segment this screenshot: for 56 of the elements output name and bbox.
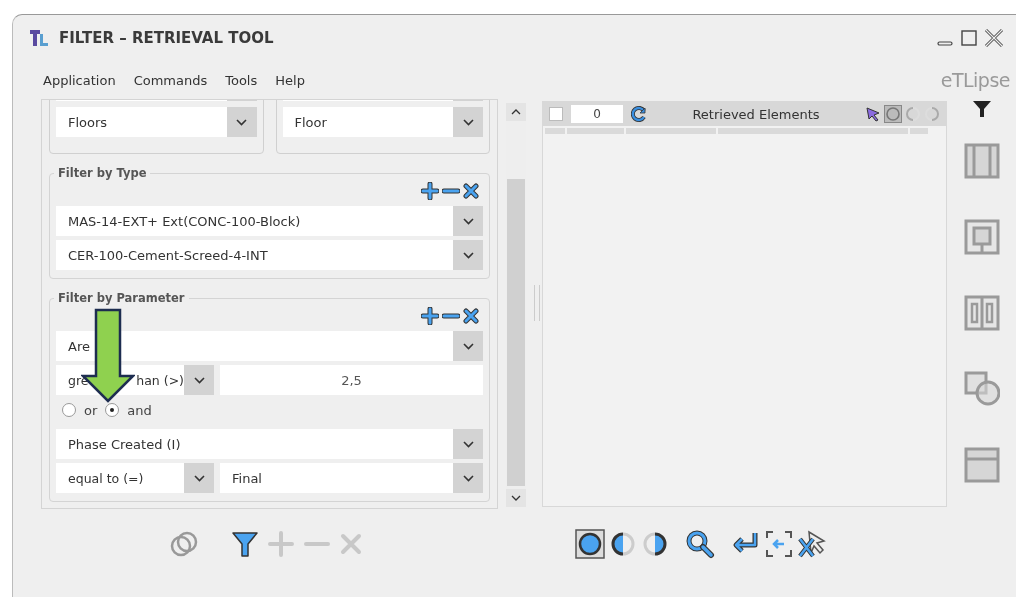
radio-label[interactable]: and <box>127 402 152 418</box>
chevron-down-icon <box>462 440 474 448</box>
chevron-down-icon <box>193 474 205 482</box>
cursor-icon[interactable] <box>865 106 881 122</box>
add-icon[interactable] <box>421 307 439 325</box>
group-title: Filter by Parameter <box>57 291 186 305</box>
half-circle-icon[interactable] <box>609 530 637 558</box>
group-title: Filter by Type <box>57 166 148 180</box>
chevron-down-icon <box>462 251 474 259</box>
dropdown[interactable]: MAS-14-EXT+ Ext(CONC-100-Block) <box>56 206 483 236</box>
chevron-down-icon <box>462 118 474 126</box>
search-icon[interactable] <box>685 529 715 559</box>
brand-logo: eTLipse <box>940 69 1010 91</box>
chevron-down-icon <box>462 217 474 225</box>
maximize-button[interactable] <box>960 29 978 47</box>
circle-icon[interactable] <box>575 529 605 559</box>
dropdown[interactable]: Are <box>56 331 483 361</box>
remove-icon[interactable] <box>442 312 460 320</box>
close-button[interactable] <box>984 28 1004 48</box>
fit-selection-icon[interactable] <box>765 530 793 558</box>
dropdown[interactable]: Final <box>220 463 483 493</box>
clear-icon[interactable] <box>463 308 479 324</box>
count-field[interactable]: 0 <box>571 105 623 123</box>
panel-title: Retrieved Elements <box>691 106 821 122</box>
window-title: FILTER – RETRIEVAL TOOL <box>59 29 274 47</box>
dropdown[interactable]: Floor <box>282 107 483 137</box>
chevron-up-icon[interactable] <box>511 108 521 116</box>
dropdown[interactable]: CER-100-Cement-Screed-4-INT <box>56 240 483 270</box>
deselect-cursor-icon[interactable] <box>797 529 827 559</box>
scrollbar[interactable] <box>506 103 526 507</box>
splitter-handle[interactable] <box>534 285 540 321</box>
dropdown[interactable]: equal to (=) <box>56 463 214 493</box>
checkbox[interactable] <box>549 107 563 121</box>
menu-item[interactable]: Help <box>275 72 305 88</box>
menu-item[interactable]: Application <box>43 72 116 88</box>
chevron-down-icon <box>193 376 205 384</box>
filter-icon[interactable] <box>231 530 259 558</box>
input-field[interactable]: 2,5 <box>220 365 483 395</box>
chevron-down-icon <box>236 118 247 126</box>
clear-icon[interactable] <box>463 183 479 199</box>
chevron-down-icon <box>462 342 474 350</box>
menu-item[interactable]: Commands <box>133 72 208 88</box>
chevron-down-icon[interactable] <box>511 494 521 502</box>
refresh-icon[interactable] <box>631 106 647 122</box>
half-circle-icon[interactable] <box>641 530 669 558</box>
app-logo-icon <box>29 28 49 48</box>
filter-icon[interactable] <box>971 99 992 119</box>
radio-button[interactable] <box>105 403 120 417</box>
dropdown[interactable]: Phase Created (I) <box>56 429 483 459</box>
radio-label[interactable]: or <box>84 402 98 418</box>
menu-item[interactable]: Tools <box>225 72 258 88</box>
radio-button[interactable] <box>62 403 76 417</box>
dropdown[interactable]: Floors <box>56 107 257 137</box>
chevron-down-icon <box>462 474 474 482</box>
add-icon[interactable] <box>421 182 439 200</box>
remove-icon[interactable] <box>442 187 460 195</box>
